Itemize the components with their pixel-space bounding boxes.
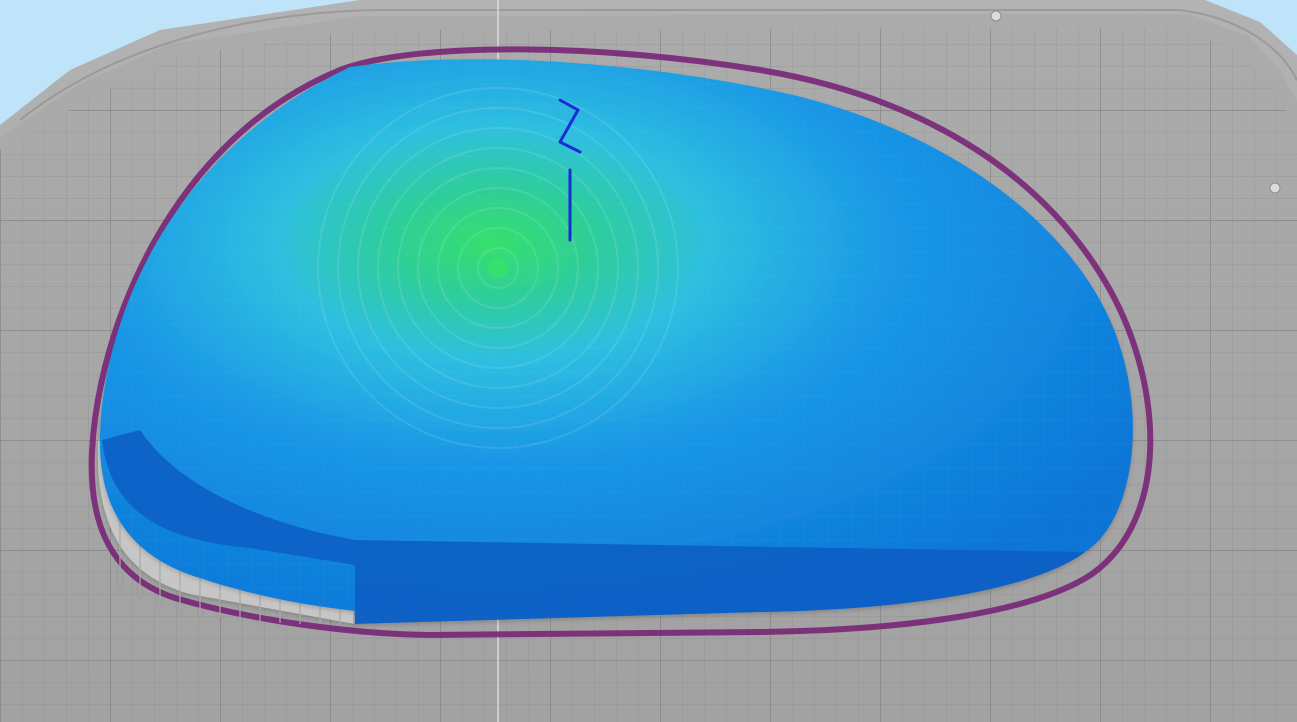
3d-preview-canvas[interactable] — [0, 0, 1297, 722]
print-preview-viewport[interactable] — [0, 0, 1297, 722]
mount-hole-icon — [990, 10, 1002, 22]
hotspot-marker — [488, 258, 508, 278]
mount-hole-icon — [1269, 182, 1281, 194]
